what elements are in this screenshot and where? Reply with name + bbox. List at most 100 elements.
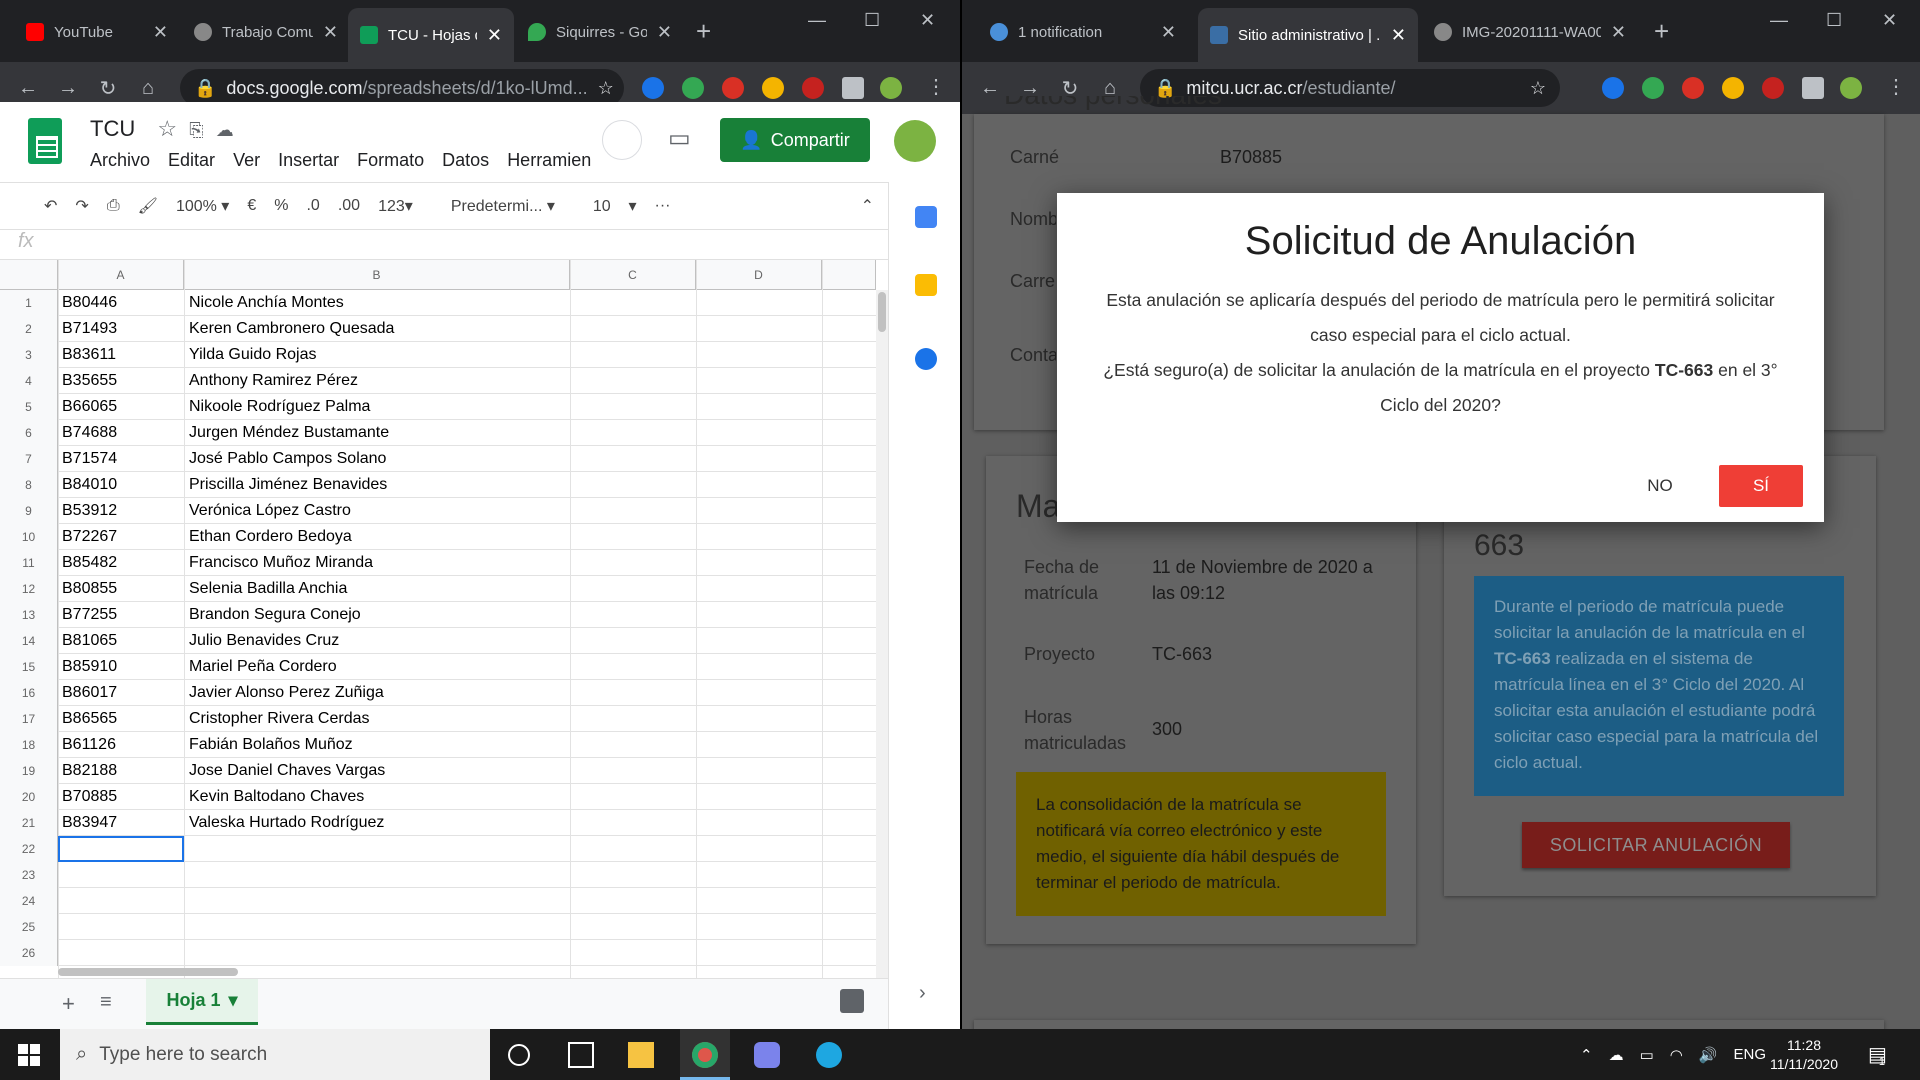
calendar-icon[interactable] [915,206,937,228]
row-number[interactable]: 21 [0,810,58,836]
row-number[interactable]: 20 [0,784,58,810]
cell-nombre[interactable]: Brandon Segura Conejo [189,606,361,624]
print-icon[interactable]: ⎙ [107,197,120,215]
all-sheets-icon[interactable]: ≡ [100,991,112,1014]
cortana-icon[interactable] [508,1044,530,1066]
cell-nombre[interactable]: Selenia Badilla Anchia [189,580,347,598]
row-number[interactable]: 25 [0,914,58,940]
wifi-icon[interactable]: ◠ [1670,1046,1683,1064]
column-header-a[interactable]: A [58,260,184,290]
cell-carne[interactable]: B71493 [62,320,117,338]
task-view-icon[interactable] [568,1042,594,1068]
menu-item-datos[interactable]: Datos [442,150,489,171]
extension-icon[interactable] [1722,77,1744,99]
percent-button[interactable]: % [274,197,288,215]
avatar[interactable] [880,77,902,99]
cell-nombre[interactable]: Nikoole Rodríguez Palma [189,398,370,416]
star-icon[interactable]: ☆ [157,116,177,141]
row-number[interactable]: 15 [0,654,58,680]
star-icon[interactable]: ☆ [1530,78,1546,99]
activity-icon[interactable] [602,120,642,160]
row-number[interactable]: 7 [0,446,58,472]
cell-carne[interactable]: B71574 [62,450,117,468]
cell-carne[interactable]: B35655 [62,372,117,390]
row-number[interactable]: 23 [0,862,58,888]
column-header-c[interactable]: C [570,260,696,290]
onedrive-icon[interactable]: ☁ [1609,1046,1624,1064]
paint-format-icon[interactable]: 🖌 [138,196,158,216]
extension-icon[interactable] [1762,77,1784,99]
column-header-e[interactable] [822,260,876,290]
decrease-decimal-button[interactable]: .0 [306,197,319,215]
collapse-icon[interactable]: ⌃ [861,196,874,216]
row-number[interactable]: 17 [0,706,58,732]
cell-carne[interactable]: B61126 [62,736,116,754]
move-folder-icon[interactable]: ⎘ [189,120,203,140]
row-number[interactable]: 24 [0,888,58,914]
cell-nombre[interactable]: Julio Benavides Cruz [189,632,339,650]
explore-icon[interactable] [840,989,864,1013]
close-window-icon[interactable]: ✕ [920,10,935,31]
cell-nombre[interactable]: Francisco Muñoz Miranda [189,554,373,572]
menu-item-ver[interactable]: Ver [233,150,260,171]
formula-bar[interactable]: fx [0,230,888,260]
windows-start-icon[interactable] [18,1044,40,1066]
cell-carne[interactable]: B80446 [62,294,117,312]
minimize-icon[interactable]: — [1770,10,1788,31]
cell-carne[interactable]: B66065 [62,398,117,416]
row-number[interactable]: 19 [0,758,58,784]
close-icon[interactable]: ✕ [153,22,168,43]
chevron-down-icon[interactable]: ▾ [228,990,237,1011]
expand-panel-icon[interactable]: › [919,982,926,1005]
tab-trabajo-comunal[interactable]: Trabajo Comunal ✕ [182,12,350,52]
cell-carne[interactable]: B86565 [62,710,117,728]
row-number[interactable]: 14 [0,628,58,654]
select-all-corner[interactable] [0,260,58,290]
extension-icon[interactable] [642,77,664,99]
row-number[interactable]: 5 [0,394,58,420]
maximize-icon[interactable]: ☐ [1826,10,1842,31]
cell-nombre[interactable]: Cristopher Rivera Cerdas [189,710,370,728]
row-number[interactable]: 10 [0,524,58,550]
tasks-icon[interactable] [915,348,937,370]
new-tab-icon[interactable]: + [696,18,711,44]
home-icon[interactable]: ⌂ [128,77,168,100]
forward-icon[interactable]: → [48,77,88,100]
row-number[interactable]: 2 [0,316,58,342]
spreadsheet-grid[interactable]: A B C D 1 B80446 Nicole Anchía Montes 2 B714… [0,260,876,978]
avatar[interactable] [1840,77,1862,99]
row-number[interactable]: 4 [0,368,58,394]
selected-cell[interactable] [58,836,184,862]
horizontal-scrollbar[interactable] [58,968,238,976]
currency-button[interactable]: € [247,197,256,215]
tab-siquirres-maps[interactable]: Siquirres - Google Maps ✕ [516,12,684,52]
cell-carne[interactable]: B74688 [62,424,117,442]
cell-nombre[interactable]: José Pablo Campos Solano [189,450,386,468]
discord-icon[interactable] [754,1042,780,1068]
menu-item-formato[interactable]: Formato [357,150,424,171]
close-icon[interactable]: ✕ [1391,25,1406,46]
tab-youtube[interactable]: YouTube ✕ [14,12,180,52]
extension-icon[interactable] [1602,77,1624,99]
cell-nombre[interactable]: Priscilla Jiménez Benavides [189,476,387,494]
row-number[interactable]: 1 [0,290,58,316]
increase-decimal-button[interactable]: .00 [338,197,360,215]
puzzle-icon[interactable] [842,77,864,99]
undo-icon[interactable]: ↶ [44,196,57,216]
cell-carne[interactable]: B85910 [62,658,117,676]
back-icon[interactable]: ← [8,77,48,100]
menu-item-archivo[interactable]: Archivo [90,150,150,171]
close-icon[interactable]: ✕ [323,22,338,43]
column-header-b[interactable]: B [184,260,570,290]
close-icon[interactable]: ✕ [1611,22,1626,43]
font-size-select[interactable]: 10 ▾ [593,196,637,216]
add-sheet-icon[interactable]: + [62,991,75,1017]
row-number[interactable]: 22 [0,836,58,862]
cell-carne[interactable]: B82188 [62,762,117,780]
cell-nombre[interactable]: Jose Daniel Chaves Vargas [189,762,385,780]
share-button[interactable]: 👤 Compartir [720,118,870,162]
puzzle-icon[interactable] [1802,77,1824,99]
more-formats-button[interactable]: 123▾ [378,196,413,216]
cell-nombre[interactable]: Anthony Ramirez Pérez [189,372,358,390]
maximize-icon[interactable]: ☐ [864,10,880,31]
